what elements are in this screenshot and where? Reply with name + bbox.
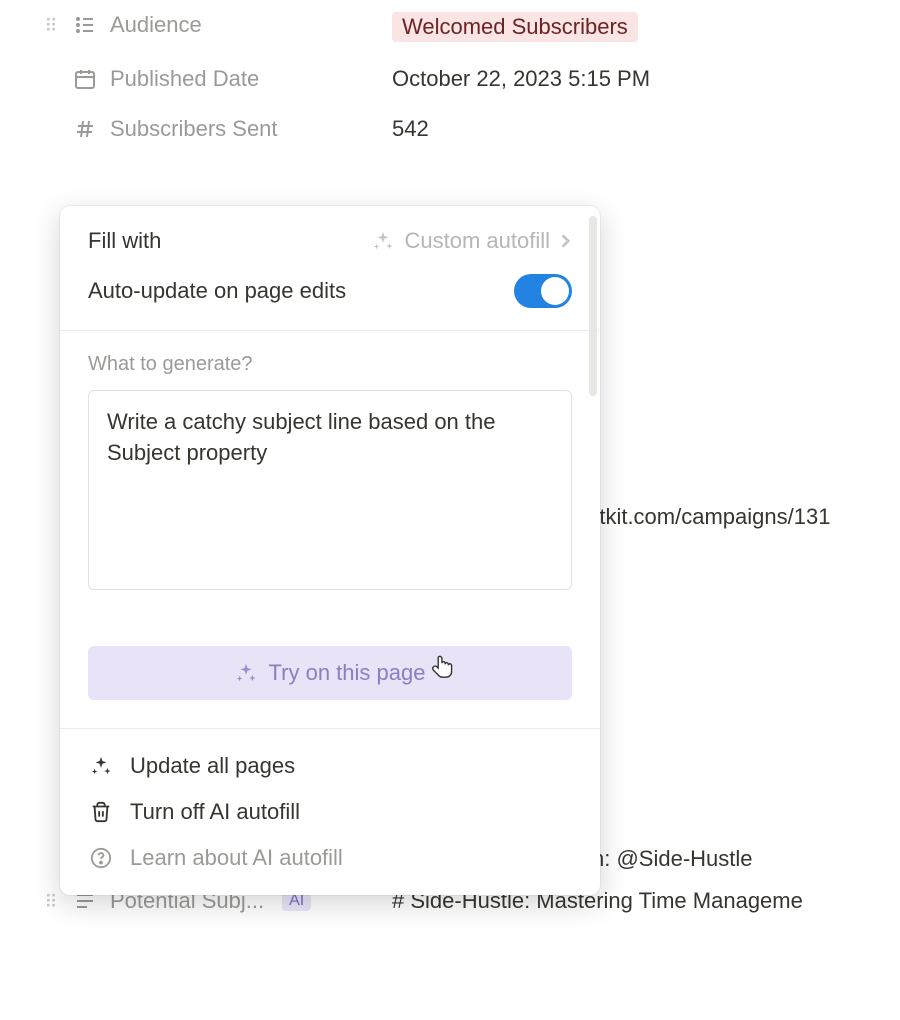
prompt-textarea[interactable] (88, 390, 572, 590)
auto-update-toggle[interactable] (514, 274, 572, 308)
menu-label: Learn about AI autofill (130, 845, 343, 871)
property-label-text: Subscribers Sent (110, 116, 278, 142)
url-fragment-text: rtkit.com/campaigns/131 (592, 504, 830, 530)
list-icon (72, 12, 98, 38)
property-row-subscribers-sent: ⠿ Subscribers Sent 542 (40, 104, 880, 154)
ai-autofill-popover: Fill with Custom autofill Auto-update on… (60, 206, 600, 895)
property-row-published-date: ⠿ Published Date October 22, 2023 5:15 P… (40, 54, 880, 104)
popover-scrollbar[interactable] (589, 216, 597, 396)
fill-with-label: Fill with (88, 228, 161, 254)
calendar-icon (72, 66, 98, 92)
custom-autofill-selector[interactable]: Custom autofill (372, 228, 572, 254)
sparkle-icon (372, 230, 394, 252)
menu-item-turn-off[interactable]: Turn off AI autofill (60, 789, 600, 835)
property-row-audience: ⠿ Audience Welcomed Subscribers (40, 0, 880, 54)
audience-tag[interactable]: Welcomed Subscribers (392, 12, 638, 42)
property-value-audience[interactable]: Welcomed Subscribers (392, 12, 880, 42)
hash-icon (72, 116, 98, 142)
menu-item-learn[interactable]: Learn about AI autofill (60, 835, 600, 881)
menu-item-update-all[interactable]: Update all pages (60, 743, 600, 789)
try-button-label: Try on this page (269, 660, 426, 686)
menu-label: Update all pages (130, 753, 295, 779)
property-value-subscribers-sent[interactable]: 542 (392, 116, 880, 142)
chevron-right-icon (560, 232, 572, 250)
prompt-label: What to generate? (88, 353, 572, 376)
property-label-text: Audience (110, 12, 202, 38)
handle-fragment-text: h: @Side-Hustle (592, 846, 753, 872)
property-value-published-date[interactable]: October 22, 2023 5:15 PM (392, 66, 880, 92)
auto-update-label: Auto-update on page edits (88, 278, 346, 304)
menu-label: Turn off AI autofill (130, 799, 300, 825)
property-label-audience[interactable]: Audience (72, 12, 382, 38)
cursor-hand-icon (430, 652, 456, 682)
help-icon (88, 845, 114, 871)
trash-icon (88, 799, 114, 825)
drag-handle-icon[interactable]: ⠿ (40, 888, 62, 913)
property-label-text: Published Date (110, 66, 259, 92)
custom-autofill-label: Custom autofill (404, 228, 550, 254)
try-on-page-button[interactable]: Try on this page (88, 646, 572, 700)
sparkle-icon (88, 753, 114, 779)
property-label-subscribers-sent[interactable]: Subscribers Sent (72, 116, 382, 142)
drag-handle-icon[interactable]: ⠿ (40, 12, 62, 37)
property-label-published-date[interactable]: Published Date (72, 66, 382, 92)
sparkle-icon (235, 662, 257, 684)
